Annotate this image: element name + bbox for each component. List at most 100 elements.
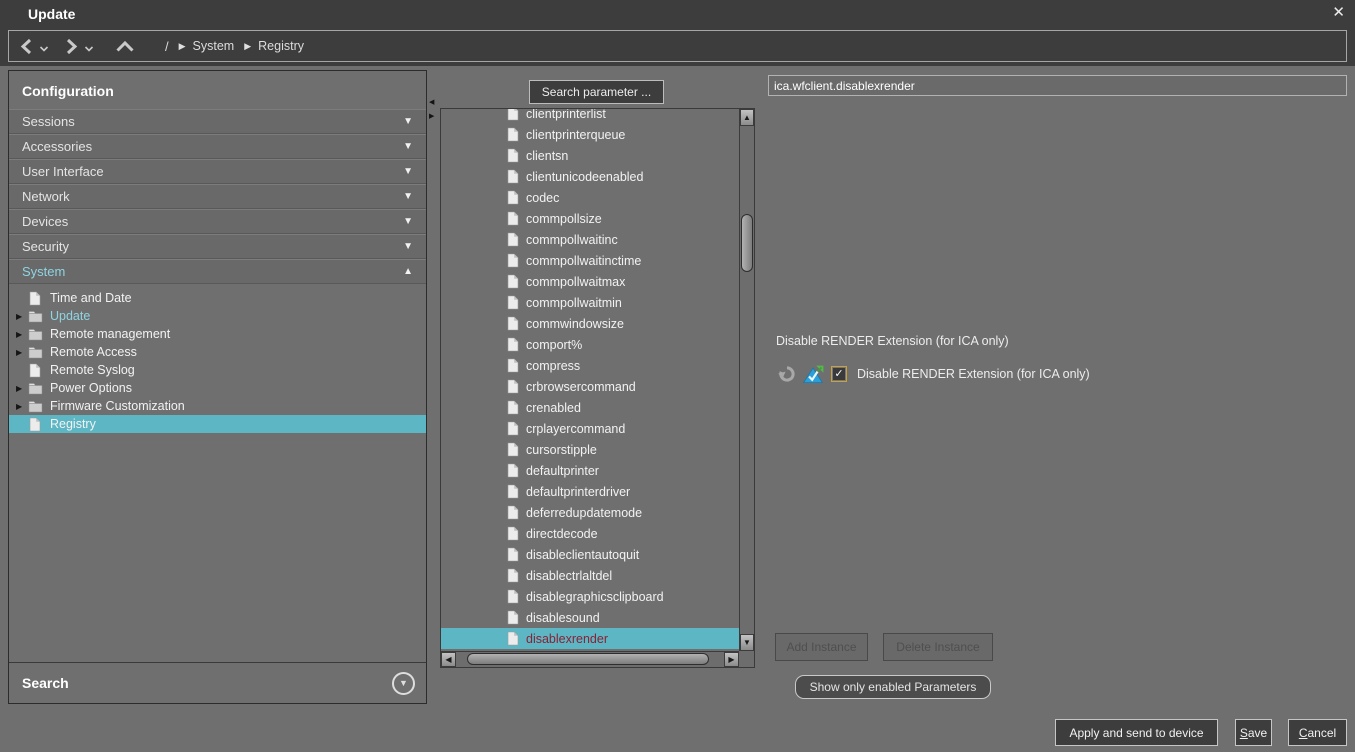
parameter-item[interactable]: disablectrlaltdel bbox=[441, 565, 739, 586]
scroll-left-icon[interactable] bbox=[441, 652, 456, 667]
tree-item[interactable]: Remote management bbox=[9, 325, 426, 343]
parameter-item[interactable]: defaultprinter bbox=[441, 460, 739, 481]
add-instance-button[interactable]: Add Instance bbox=[775, 633, 868, 661]
breadcrumb-separator-icon: ▶ bbox=[179, 41, 186, 52]
config-section-header[interactable]: Security bbox=[9, 234, 426, 259]
scroll-right-icon[interactable] bbox=[724, 652, 739, 667]
parameter-item[interactable]: disablegraphicsclipboard bbox=[441, 586, 739, 607]
section-caret-icon bbox=[403, 116, 413, 127]
expander-icon[interactable] bbox=[9, 402, 23, 411]
search-collapse-icon[interactable]: ▼ bbox=[392, 672, 415, 695]
parameter-list: clientprinterlist clientprinterqueue bbox=[441, 109, 739, 649]
parameter-item[interactable]: disablexrender bbox=[441, 628, 739, 649]
parameter-item[interactable]: defaultprinterdriver bbox=[441, 481, 739, 502]
folder-icon bbox=[28, 400, 43, 413]
parameter-item[interactable]: cursorstipple bbox=[441, 439, 739, 460]
document-icon bbox=[507, 358, 519, 373]
config-section-header[interactable]: Network bbox=[9, 184, 426, 209]
apply-parameter-icon[interactable] bbox=[803, 365, 824, 384]
parameter-item[interactable]: compress bbox=[441, 355, 739, 376]
horizontal-scrollbar[interactable] bbox=[441, 651, 739, 667]
parameter-item[interactable]: commpollsize bbox=[441, 208, 739, 229]
breadcrumb-item[interactable]: ▶ System bbox=[169, 39, 235, 53]
parameter-item[interactable]: commpollwaitinc bbox=[441, 229, 739, 250]
document-icon bbox=[507, 631, 519, 646]
apply-and-send-button[interactable]: Apply and send to device bbox=[1055, 719, 1218, 746]
update-dialog: Update ✕ / ▶ System ▶ Registry bbox=[0, 0, 1355, 752]
document-icon bbox=[29, 417, 41, 432]
config-section-header[interactable]: Devices bbox=[9, 209, 426, 234]
forward-history-caret-icon bbox=[84, 45, 94, 53]
parameter-item[interactable]: directdecode bbox=[441, 523, 739, 544]
up-button[interactable] bbox=[115, 40, 135, 53]
search-section[interactable]: Search ▼ bbox=[9, 662, 426, 703]
tree-item[interactable]: Update bbox=[9, 307, 426, 325]
parameter-item[interactable]: crenabled bbox=[441, 397, 739, 418]
expander-icon[interactable] bbox=[9, 312, 23, 321]
vertical-scrollbar-thumb[interactable] bbox=[741, 214, 753, 272]
scrollbar-corner bbox=[739, 651, 754, 667]
expander-icon[interactable] bbox=[9, 348, 23, 357]
parameter-item[interactable]: commwindowsize bbox=[441, 313, 739, 334]
config-section-header[interactable]: Accessories bbox=[9, 134, 426, 159]
panel-splitter[interactable] bbox=[428, 70, 436, 704]
document-icon bbox=[507, 169, 519, 184]
tree-item[interactable]: Firmware Customization bbox=[9, 397, 426, 415]
config-section-header[interactable]: Sessions bbox=[9, 109, 426, 134]
parameter-item[interactable]: deferredupdatemode bbox=[441, 502, 739, 523]
document-icon bbox=[507, 610, 519, 625]
checkbox-label: Disable RENDER Extension (for ICA only) bbox=[857, 367, 1090, 381]
chevron-left-icon bbox=[19, 38, 34, 55]
parameter-item[interactable]: comport% bbox=[441, 334, 739, 355]
save-button[interactable]: Save bbox=[1235, 719, 1272, 746]
parameter-item[interactable]: commpollwaitinctime bbox=[441, 250, 739, 271]
vertical-scrollbar[interactable] bbox=[739, 109, 754, 651]
tree-item[interactable]: Power Options bbox=[9, 379, 426, 397]
breadcrumb-item[interactable]: ▶ Registry bbox=[234, 39, 304, 53]
registry-path-field[interactable] bbox=[768, 75, 1347, 96]
tree-item[interactable]: Registry bbox=[9, 415, 426, 433]
folder-icon bbox=[28, 346, 43, 359]
tree-item[interactable]: Remote Syslog bbox=[9, 361, 426, 379]
document-icon bbox=[507, 295, 519, 310]
parameter-item[interactable]: crbrowsercommand bbox=[441, 376, 739, 397]
back-button[interactable] bbox=[19, 38, 49, 55]
forward-button[interactable] bbox=[64, 38, 94, 55]
section-caret-icon bbox=[403, 191, 413, 202]
splitter-expand-icon[interactable] bbox=[429, 112, 434, 120]
expander-icon[interactable] bbox=[9, 330, 23, 339]
splitter-collapse-icon[interactable] bbox=[429, 98, 434, 106]
parameter-item[interactable]: clientsn bbox=[441, 145, 739, 166]
document-icon bbox=[507, 190, 519, 205]
scroll-up-icon[interactable] bbox=[740, 109, 754, 126]
cancel-button[interactable]: Cancel bbox=[1288, 719, 1347, 746]
delete-instance-button[interactable]: Delete Instance bbox=[883, 633, 993, 661]
parameter-item[interactable]: clientprinterqueue bbox=[441, 124, 739, 145]
parameter-item[interactable]: codec bbox=[441, 187, 739, 208]
parameter-item[interactable]: disablesound bbox=[441, 607, 739, 628]
parameter-item[interactable]: crplayercommand bbox=[441, 418, 739, 439]
configuration-panel: Configuration Sessions Accessories User … bbox=[8, 70, 427, 704]
document-icon bbox=[507, 148, 519, 163]
show-only-enabled-button[interactable]: Show only enabled Parameters bbox=[795, 675, 991, 699]
tree-item[interactable]: Remote Access bbox=[9, 343, 426, 361]
checkmark-icon: ✓ bbox=[834, 369, 843, 380]
reset-parameter-icon[interactable] bbox=[778, 365, 796, 383]
parameter-item[interactable]: commpollwaitmin bbox=[441, 292, 739, 313]
parameter-item[interactable]: clientunicodeenabled bbox=[441, 166, 739, 187]
search-parameter-button[interactable]: Search parameter ... bbox=[529, 80, 664, 104]
chevron-up-icon bbox=[115, 40, 135, 53]
parameter-item[interactable]: disableclientautoquit bbox=[441, 544, 739, 565]
document-icon bbox=[507, 274, 519, 289]
parameter-item[interactable]: commpollwaitmax bbox=[441, 271, 739, 292]
horizontal-scrollbar-thumb[interactable] bbox=[467, 653, 709, 665]
config-section-header[interactable]: User Interface bbox=[9, 159, 426, 184]
section-caret-icon bbox=[403, 216, 413, 227]
tree-item[interactable]: Time and Date bbox=[9, 289, 426, 307]
expander-icon[interactable] bbox=[9, 384, 23, 393]
config-section-header[interactable]: System bbox=[9, 259, 426, 284]
scroll-down-icon[interactable] bbox=[740, 634, 754, 651]
parameter-item[interactable]: clientprinterlist bbox=[441, 109, 739, 124]
close-icon[interactable]: ✕ bbox=[1332, 3, 1345, 21]
parameter-checkbox[interactable]: ✓ bbox=[831, 366, 847, 382]
